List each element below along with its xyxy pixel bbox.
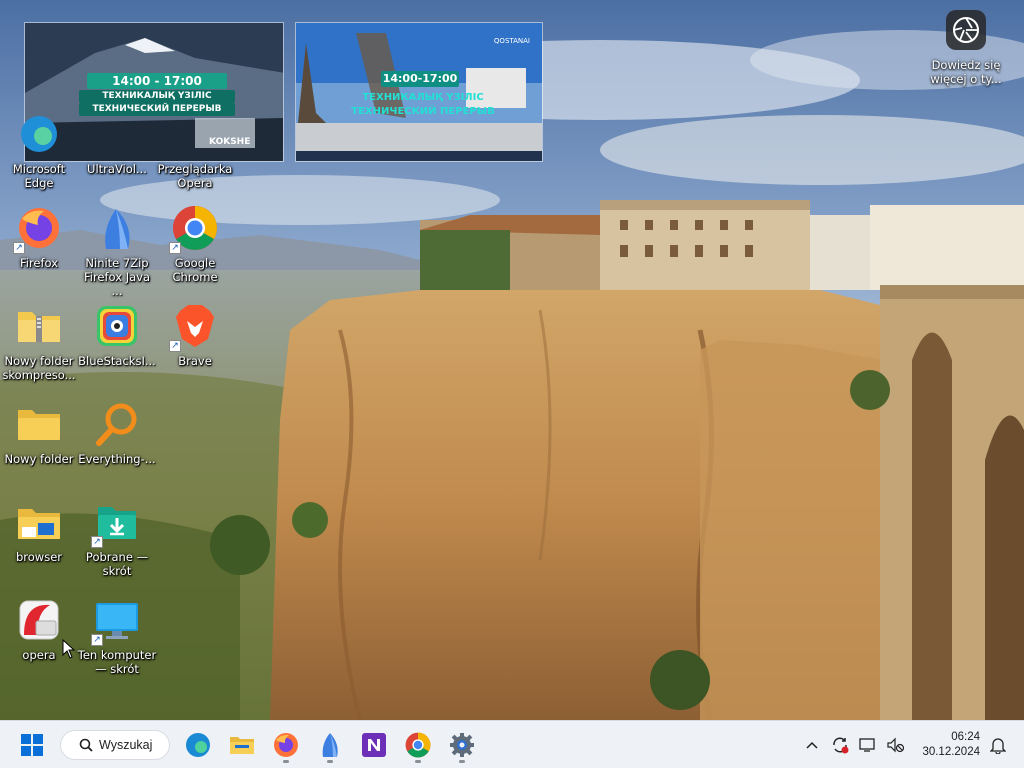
show-hidden-icons-button[interactable] (798, 731, 826, 759)
thumbnail-time: 14:00 - 17:00 (87, 73, 227, 89)
update-tray-button[interactable] (826, 731, 854, 759)
desktop-icon-label: Nowy folder skompreso... (2, 354, 76, 382)
thumbnail-caption-kz: ТЕХНИКАЛЫҚ ҮЗІЛІС (362, 92, 484, 103)
network-button[interactable] (854, 731, 882, 759)
desktop-icon-label: Everything-... (78, 452, 156, 466)
brave-icon: ↗ (169, 302, 219, 352)
opera-icon (171, 110, 219, 158)
desktop-icon-label: Ten komputer — skrót (77, 648, 157, 676)
taskbar: Wyszukaj 06:24 30.12.2024 (0, 720, 1024, 768)
ninite-icon (322, 732, 338, 757)
taskbar-chrome[interactable] (398, 725, 438, 765)
running-indicator (415, 759, 421, 763)
edge-icon (15, 110, 63, 158)
taskbar-onenote[interactable] (354, 725, 394, 765)
thumbnail-time: 14:00-17:00 (381, 71, 459, 87)
shortcut-arrow-icon: ↗ (91, 634, 103, 646)
onenote-icon (362, 732, 386, 757)
firefox-icon (274, 732, 298, 757)
video-thumbnail-2[interactable]: 14:00-17:00 ТЕХНИКАЛЫҚ ҮЗІЛІС ТЕХНИЧЕСКИ… (295, 22, 543, 162)
firefox-icon: ↗ (13, 204, 63, 254)
ninite-icon (93, 204, 141, 252)
notifications-button[interactable] (984, 731, 1012, 759)
system-tray: 06:24 30.12.2024 (798, 721, 1024, 768)
computer-icon: ↗ (91, 596, 141, 646)
start-icon (21, 733, 43, 756)
browser-folder-icon (15, 498, 63, 546)
bell-icon (990, 738, 1006, 754)
shortcut-arrow-icon: ↗ (91, 536, 103, 548)
running-indicator (459, 759, 465, 763)
desktop-icon-opera-browser[interactable]: Przeglądarka Opera (156, 110, 234, 190)
running-indicator (327, 759, 333, 763)
desktop-icon-label: Ninite 7Zip Firefox Java ... (83, 256, 150, 298)
start-button[interactable] (12, 725, 52, 765)
thumbnail-brand: QOSTANAI (493, 37, 530, 45)
shortcut-arrow-icon: ↗ (13, 242, 25, 254)
desktop-icon-label: UltraViol... (87, 162, 147, 176)
everything-search-icon (93, 400, 141, 448)
desktop-icon-bluestacks[interactable]: BlueStacksI... (78, 302, 156, 368)
downloads-folder-icon: ↗ (91, 498, 141, 548)
desktop-icon-zip-folder[interactable]: Nowy folder skompreso... (0, 302, 78, 382)
zip-folder-icon (15, 302, 63, 350)
desktop-icon-this-pc-shortcut[interactable]: ↗ Ten komputer — skrót (78, 596, 156, 676)
taskbar-edge[interactable] (178, 725, 218, 765)
clock-date: 30.12.2024 (922, 746, 980, 758)
mouse-cursor-icon (62, 639, 76, 659)
chevron-up-icon (806, 741, 818, 749)
desktop-icon-downloads-shortcut[interactable]: ↗ Pobrane — skrót (78, 498, 156, 578)
desktop-icon-edge[interactable]: Microsoft Edge (0, 110, 78, 190)
desktop-icon-new-folder[interactable]: Nowy folder (0, 400, 78, 466)
edge-icon (186, 732, 210, 757)
camera-icon (946, 10, 986, 50)
shortcut-arrow-icon: ↗ (169, 242, 181, 254)
taskbar-firefox[interactable] (266, 725, 306, 765)
opera-installer-icon (15, 596, 63, 644)
desktop-icon-ninite[interactable]: Ninite 7Zip Firefox Java ... (78, 204, 156, 298)
desktop-icon-browser[interactable]: browser (0, 498, 78, 564)
chrome-icon: ↗ (169, 204, 219, 254)
app-icon (93, 110, 141, 158)
sync-alert-icon (833, 737, 849, 754)
taskbar-ninite[interactable] (310, 725, 350, 765)
desktop-icon-label: BlueStacksI... (78, 354, 156, 368)
volume-button[interactable] (882, 731, 910, 759)
desktop-icon-label: Przeglądarka Opera (157, 162, 233, 190)
thumbnail-caption-ru: ТЕХНИЧЕСКИЙ ПЕРЕРЫВ (351, 106, 495, 117)
settings-icon (450, 732, 474, 757)
volume-muted-icon (887, 737, 905, 753)
desktop-icon-label: Nowy folder (4, 452, 74, 466)
clock-time: 06:24 (951, 731, 980, 743)
taskbar-file-explorer[interactable] (222, 725, 262, 765)
taskbar-clock[interactable]: 06:24 30.12.2024 (910, 730, 980, 760)
search-icon (79, 738, 93, 752)
desktop-icon-firefox[interactable]: ↗ Firefox (0, 204, 78, 270)
desktop-icon-label: Brave (178, 354, 212, 368)
desktop-icon-label: Microsoft Edge (12, 162, 66, 190)
thumbnail-caption-kz: ТЕХНИКАЛЫҚ ҮЗІЛІС (79, 90, 235, 103)
desktop-icon-everything[interactable]: Everything-... (78, 400, 156, 466)
desktop-icon-chrome[interactable]: ↗ Google Chrome (156, 204, 234, 284)
desktop-icon-label: browser (15, 550, 62, 564)
spotlight-label: Dowiedz się więcej o ty... (930, 58, 1002, 86)
chrome-icon (405, 732, 431, 757)
folder-icon (15, 400, 63, 448)
desktop-icon-brave[interactable]: ↗ Brave (156, 302, 234, 368)
search-label: Wyszukaj (99, 737, 153, 752)
spotlight-learn-more[interactable]: Dowiedz się więcej o ty... (926, 10, 1006, 86)
desktop-icon-label: Google Chrome (172, 256, 218, 284)
network-icon (859, 738, 875, 752)
desktop-icon-label: Pobrane — skrót (85, 550, 149, 578)
taskbar-search[interactable]: Wyszukaj (60, 729, 170, 760)
shortcut-arrow-icon: ↗ (169, 340, 181, 352)
desktop-icon-label: Firefox (19, 256, 59, 270)
bluestacks-icon (93, 302, 141, 350)
taskbar-settings[interactable] (442, 725, 482, 765)
desktop-icon-ultraviolet[interactable]: UltraViol... (78, 110, 156, 176)
running-indicator (283, 759, 289, 763)
file-explorer-icon (230, 736, 254, 754)
